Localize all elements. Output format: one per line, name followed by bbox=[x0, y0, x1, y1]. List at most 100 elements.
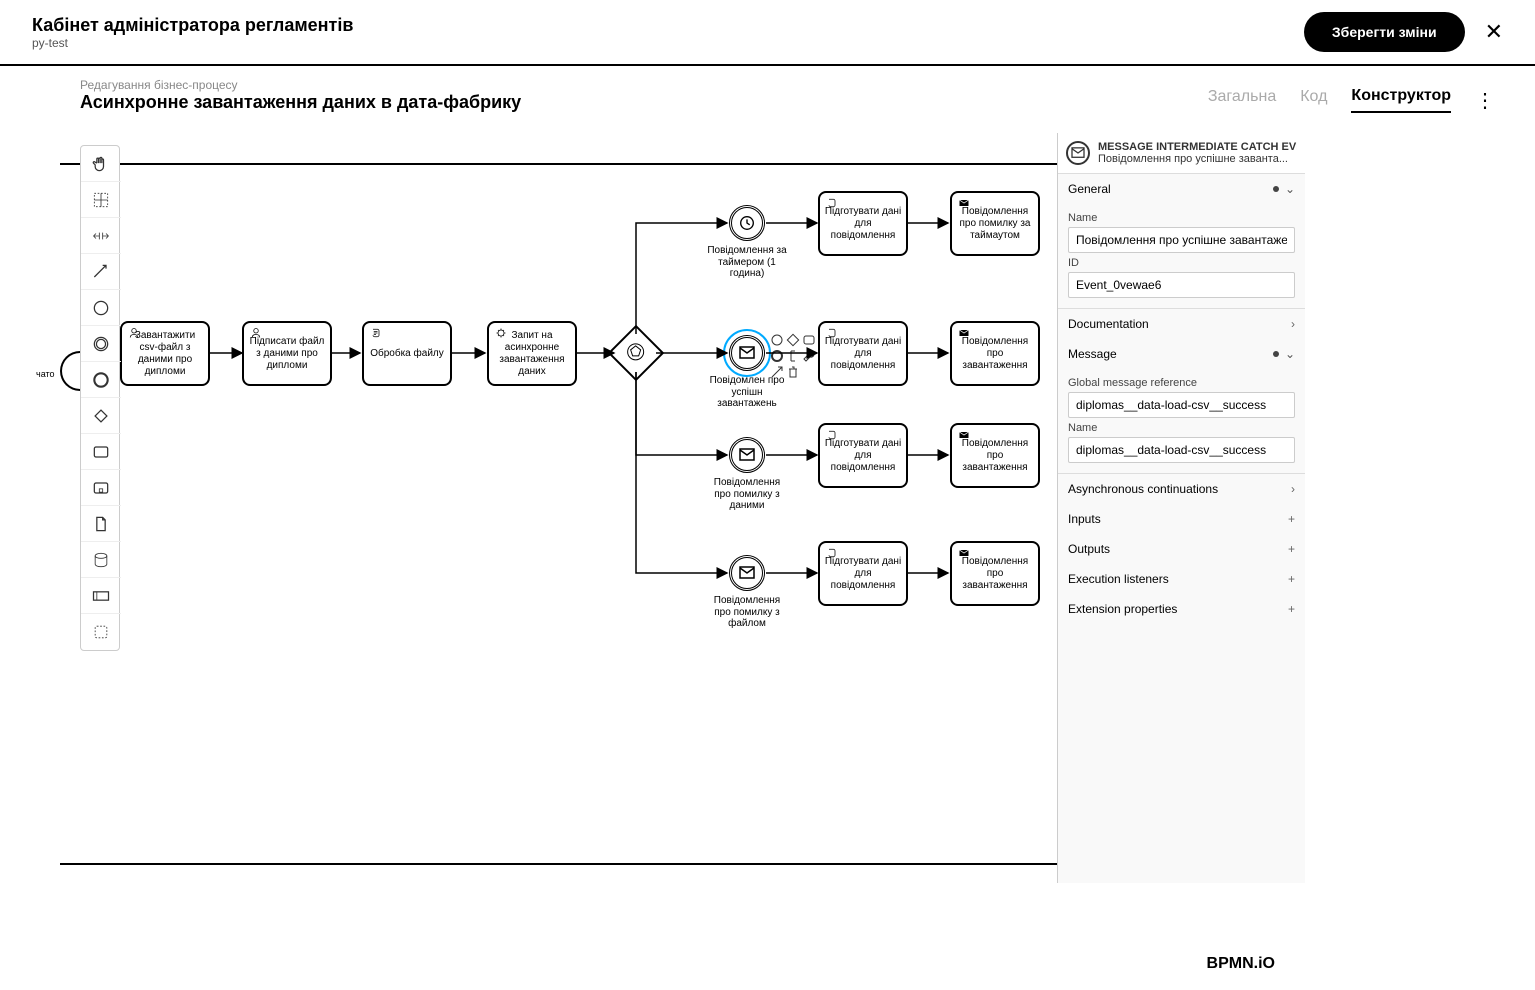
msg-name-input[interactable] bbox=[1068, 437, 1295, 463]
start-event-icon[interactable] bbox=[81, 290, 121, 326]
section-execution-listeners[interactable]: Execution listeners + bbox=[1058, 564, 1305, 594]
chevron-down-icon: ⌄ bbox=[1285, 347, 1295, 361]
intermediate-event-icon[interactable] bbox=[81, 326, 121, 362]
plus-icon: + bbox=[1288, 572, 1295, 586]
task-label: Підготувати дані для повідомлення bbox=[824, 206, 902, 242]
task-prep-row1[interactable]: Підготувати дані для повідомлення bbox=[818, 191, 908, 256]
tool-palette bbox=[80, 145, 120, 651]
ctx-end-icon[interactable] bbox=[770, 349, 784, 363]
section-async[interactable]: Asynchronous continuations › bbox=[1058, 474, 1305, 504]
send-task-icon bbox=[958, 547, 970, 559]
section-label: Extension properties bbox=[1068, 602, 1177, 616]
section-message[interactable]: Message ⌄ bbox=[1058, 339, 1305, 369]
end-event-icon[interactable] bbox=[81, 362, 121, 398]
timer-event[interactable] bbox=[729, 205, 765, 241]
ctx-task-icon[interactable] bbox=[802, 333, 816, 347]
message-event-file-error-label: Повідомлення про помилку з файлом bbox=[706, 595, 788, 630]
section-label: Inputs bbox=[1068, 512, 1101, 526]
task-notify-timeout[interactable]: Повідомлення про помилку за таймаутом bbox=[950, 191, 1040, 256]
task-prep-row3[interactable]: Підготувати дані для повідомлення bbox=[818, 423, 908, 488]
section-inputs[interactable]: Inputs + bbox=[1058, 504, 1305, 534]
group-icon[interactable] bbox=[81, 614, 121, 650]
task-label: Підготувати дані для повідомлення bbox=[824, 336, 902, 372]
name-input[interactable] bbox=[1068, 227, 1295, 253]
task-sign-file[interactable]: Підписати файл з даними про дипломи bbox=[242, 321, 332, 386]
plus-icon: + bbox=[1288, 512, 1295, 526]
clock-icon bbox=[738, 214, 756, 232]
event-gateway[interactable] bbox=[608, 325, 665, 382]
send-task-icon bbox=[958, 327, 970, 339]
lasso-tool-icon[interactable] bbox=[81, 182, 121, 218]
tab-code[interactable]: Код bbox=[1300, 88, 1327, 112]
properties-header: MESSAGE INTERMEDIATE CATCH EVENT Повідом… bbox=[1058, 133, 1305, 174]
section-label: Message bbox=[1068, 347, 1117, 361]
message-event-icon bbox=[1066, 141, 1090, 165]
task-async-request[interactable]: Запит на асинхронне завантаження даних bbox=[487, 321, 577, 386]
hand-tool-icon[interactable] bbox=[81, 146, 121, 182]
task-label: Підписати файл з даними про дипломи bbox=[248, 336, 326, 372]
close-icon[interactable]: ✕ bbox=[1485, 19, 1503, 45]
task-process-file[interactable]: Обробка файлу bbox=[362, 321, 452, 386]
process-title: Асинхронне завантаження даних в дата-фаб… bbox=[80, 92, 521, 113]
user-task-icon bbox=[250, 327, 262, 339]
name-label: Name bbox=[1068, 212, 1295, 224]
subprocess-icon[interactable] bbox=[81, 470, 121, 506]
app-title: Кабінет адміністратора регламентів bbox=[32, 15, 353, 36]
section-dot-icon bbox=[1273, 351, 1279, 357]
bpmn-canvas[interactable]: чато bbox=[0, 133, 1535, 883]
ctx-start-icon[interactable] bbox=[770, 333, 784, 347]
ctx-gateway-icon[interactable] bbox=[786, 333, 800, 347]
bpmn-io-logo: BPMN.iO bbox=[1207, 955, 1275, 973]
envelope-icon bbox=[739, 448, 755, 462]
task-notify-row3[interactable]: Повідомлення про завантаження bbox=[950, 423, 1040, 488]
task-notify-row2[interactable]: Повідомлення про завантаження bbox=[950, 321, 1040, 386]
tab-more-icon[interactable]: ⋮ bbox=[1475, 88, 1495, 113]
script-task-icon bbox=[826, 197, 838, 209]
gateway-icon[interactable] bbox=[81, 398, 121, 434]
app-subtitle: py-test bbox=[32, 36, 353, 50]
msg-name-label: Name bbox=[1068, 422, 1295, 434]
section-label: Asynchronous continuations bbox=[1068, 482, 1218, 496]
section-general[interactable]: General ⌄ bbox=[1058, 174, 1305, 204]
section-label: Execution listeners bbox=[1068, 572, 1169, 586]
tab-constructor[interactable]: Конструктор bbox=[1351, 87, 1451, 113]
message-event-success[interactable] bbox=[729, 335, 765, 371]
space-tool-icon[interactable] bbox=[81, 218, 121, 254]
user-task-icon bbox=[128, 327, 140, 339]
timer-event-label: Повідомлення за таймером (1 година) bbox=[706, 245, 788, 280]
section-documentation[interactable]: Documentation › bbox=[1058, 309, 1305, 339]
section-outputs[interactable]: Outputs + bbox=[1058, 534, 1305, 564]
message-event-file-error[interactable] bbox=[729, 555, 765, 591]
global-ref-select[interactable]: diplomas__data-load-csv__success bbox=[1068, 392, 1295, 418]
ctx-connect-icon[interactable] bbox=[770, 365, 784, 379]
properties-panel: MESSAGE INTERMEDIATE CATCH EVENT Повідом… bbox=[1057, 133, 1305, 883]
tab-general[interactable]: Загальна bbox=[1208, 88, 1276, 112]
id-label: ID bbox=[1068, 257, 1295, 269]
message-event-data-error-label: Повідомлення про помилку з даними bbox=[706, 477, 788, 512]
section-extension-properties[interactable]: Extension properties + bbox=[1058, 594, 1305, 624]
section-label: General bbox=[1068, 182, 1111, 196]
script-task-icon bbox=[370, 327, 382, 339]
script-task-icon bbox=[826, 547, 838, 559]
task-load-csv[interactable]: Завантажити csv-файл з даними про диплом… bbox=[120, 321, 210, 386]
chevron-right-icon: › bbox=[1291, 482, 1295, 496]
ctx-trash-icon[interactable] bbox=[786, 365, 800, 379]
task-notify-row4[interactable]: Повідомлення про завантаження bbox=[950, 541, 1040, 606]
id-input[interactable] bbox=[1068, 272, 1295, 298]
task-icon[interactable] bbox=[81, 434, 121, 470]
ctx-annotation-icon[interactable] bbox=[786, 349, 800, 363]
task-prep-row2[interactable]: Підготувати дані для повідомлення bbox=[818, 321, 908, 386]
element-type-label: MESSAGE INTERMEDIATE CATCH EVENT bbox=[1098, 141, 1297, 153]
task-prep-row4[interactable]: Підготувати дані для повідомлення bbox=[818, 541, 908, 606]
script-task-icon bbox=[826, 429, 838, 441]
ctx-wrench-icon[interactable] bbox=[802, 349, 816, 363]
pool-icon[interactable] bbox=[81, 578, 121, 614]
envelope-icon bbox=[739, 566, 755, 580]
data-store-icon[interactable] bbox=[81, 542, 121, 578]
save-button[interactable]: Зберегти зміни bbox=[1304, 12, 1465, 52]
send-task-icon bbox=[958, 429, 970, 441]
section-dot-icon bbox=[1273, 186, 1279, 192]
connect-tool-icon[interactable] bbox=[81, 254, 121, 290]
data-object-icon[interactable] bbox=[81, 506, 121, 542]
message-event-data-error[interactable] bbox=[729, 437, 765, 473]
